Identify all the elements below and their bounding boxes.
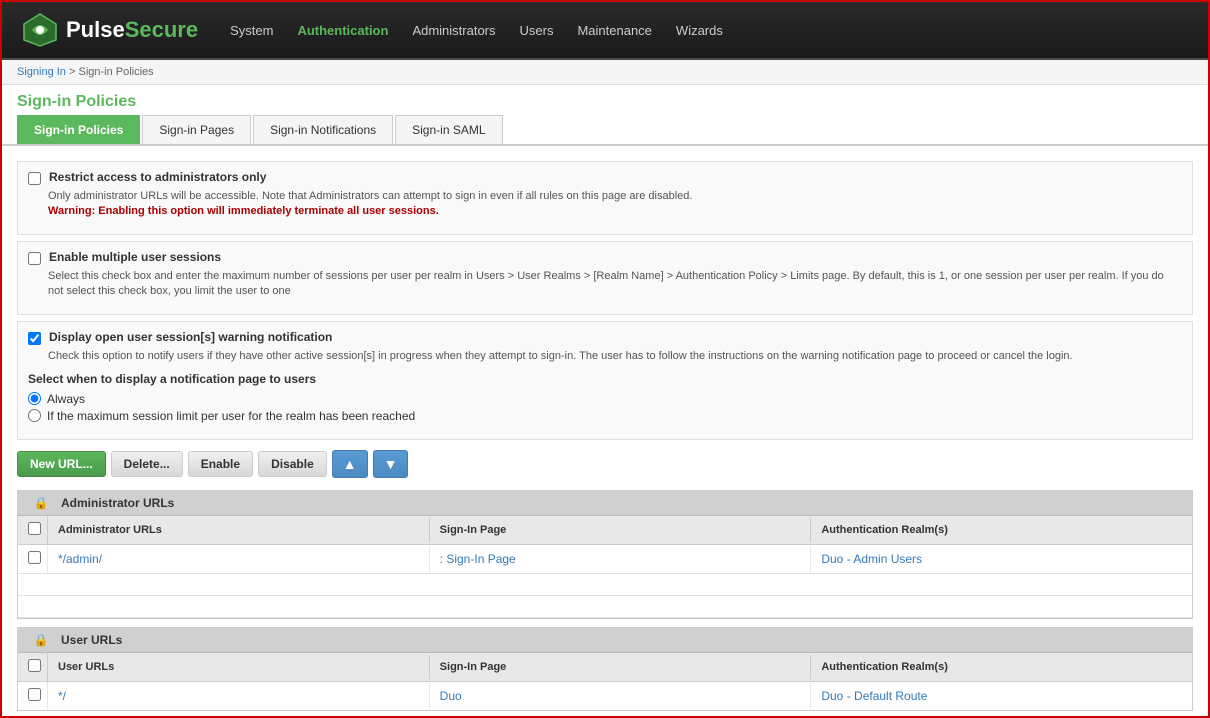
user-col-realm: Authentication Realm(s) bbox=[811, 655, 1192, 679]
admin-table-icon: 🔒 bbox=[26, 496, 56, 510]
user-row-realm: Duo - Default Route bbox=[811, 683, 1192, 709]
logo-pulse: Pulse bbox=[66, 17, 125, 42]
multiple-sessions-description: Select this check box and enter the maxi… bbox=[48, 269, 1182, 300]
display-warning-description: Check this option to notify users if the… bbox=[48, 349, 1182, 364]
radio-max-session-label: If the maximum session limit per user fo… bbox=[47, 409, 415, 423]
checkbox-section-3: Display open user session[s] warning not… bbox=[17, 321, 1193, 440]
move-up-button[interactable]: ▲ bbox=[332, 450, 368, 478]
admin-table: 🔒 Administrator URLs Administrator URLs … bbox=[17, 490, 1193, 619]
breadcrumb-link[interactable]: Signing In bbox=[17, 66, 66, 78]
user-signin-link[interactable]: Duo bbox=[440, 689, 462, 703]
user-table-title-row: 🔒 User URLs bbox=[18, 628, 1192, 653]
new-url-button[interactable]: New URL... bbox=[17, 451, 106, 477]
enable-button[interactable]: Enable bbox=[188, 451, 253, 477]
delete-button[interactable]: Delete... bbox=[111, 451, 183, 477]
admin-row-realm: Duo - Admin Users bbox=[811, 546, 1192, 572]
user-realm-link[interactable]: Duo - Default Route bbox=[821, 689, 927, 703]
user-table-icon: 🔒 bbox=[26, 633, 56, 647]
admin-col-url: Administrator URLs bbox=[48, 518, 430, 542]
admin-realm-link[interactable]: Duo - Admin Users bbox=[821, 552, 922, 566]
admin-row-check bbox=[18, 545, 48, 573]
display-warning-checkbox[interactable] bbox=[28, 332, 41, 345]
move-down-button[interactable]: ▼ bbox=[373, 450, 409, 478]
user-row-url: */ bbox=[48, 683, 430, 709]
restrict-admin-warning: Warning: Enabling this option will immed… bbox=[48, 205, 439, 217]
admin-select-all[interactable] bbox=[28, 522, 41, 535]
admin-row-url: */admin/ bbox=[48, 546, 430, 572]
breadcrumb: Signing In > Sign-in Policies bbox=[2, 60, 1208, 85]
page-title: Sign-in Policies bbox=[2, 85, 1208, 115]
main-nav: System Authentication Administrators Use… bbox=[228, 19, 725, 42]
user-table: 🔒 User URLs User URLs Sign-In Page Authe… bbox=[17, 627, 1193, 711]
logo-icon bbox=[22, 12, 58, 48]
nav-maintenance[interactable]: Maintenance bbox=[575, 19, 653, 42]
restrict-admin-checkbox[interactable] bbox=[28, 172, 41, 185]
nav-authentication[interactable]: Authentication bbox=[295, 19, 390, 42]
radio-section-label: Select when to display a notification pa… bbox=[28, 372, 1182, 386]
admin-empty-row-2 bbox=[18, 596, 1192, 618]
logo-text: PulseSecure bbox=[66, 17, 198, 43]
restrict-admin-description: Only administrator URLs will be accessib… bbox=[48, 189, 1182, 220]
table-row: */ Duo Duo - Default Route bbox=[18, 682, 1192, 710]
user-row-signin: Duo bbox=[430, 683, 812, 709]
radio-always-label: Always bbox=[47, 392, 85, 406]
user-col-signin: Sign-In Page bbox=[430, 655, 812, 679]
admin-url-link[interactable]: */admin/ bbox=[58, 552, 102, 566]
tab-signin-pages[interactable]: Sign-in Pages bbox=[142, 115, 251, 144]
radio-always[interactable] bbox=[28, 392, 41, 405]
admin-table-title-row: 🔒 Administrator URLs bbox=[18, 491, 1192, 516]
nav-administrators[interactable]: Administrators bbox=[410, 19, 497, 42]
logo: PulseSecure bbox=[22, 12, 198, 48]
multiple-sessions-checkbox[interactable] bbox=[28, 252, 41, 265]
admin-col-realm: Authentication Realm(s) bbox=[811, 518, 1192, 542]
admin-table-header: Administrator URLs Sign-In Page Authenti… bbox=[18, 516, 1192, 545]
tabs: Sign-in Policies Sign-in Pages Sign-in N… bbox=[2, 115, 1208, 146]
admin-empty-row bbox=[18, 574, 1192, 596]
nav-wizards[interactable]: Wizards bbox=[674, 19, 725, 42]
header: PulseSecure System Authentication Admini… bbox=[2, 2, 1208, 60]
user-row-checkbox[interactable] bbox=[28, 688, 41, 701]
user-url-link[interactable]: */ bbox=[58, 689, 66, 703]
admin-col-signin: Sign-In Page bbox=[430, 518, 812, 542]
nav-system[interactable]: System bbox=[228, 19, 275, 42]
content-area: Restrict access to administrators only O… bbox=[2, 156, 1208, 716]
multiple-sessions-label: Enable multiple user sessions bbox=[49, 250, 221, 264]
restrict-admin-label: Restrict access to administrators only bbox=[49, 170, 266, 184]
breadcrumb-current: Sign-in Policies bbox=[78, 66, 153, 78]
admin-col-check bbox=[18, 516, 48, 544]
tab-signin-saml[interactable]: Sign-in SAML bbox=[395, 115, 502, 144]
checkbox-section-1: Restrict access to administrators only O… bbox=[17, 161, 1193, 235]
tab-signin-policies[interactable]: Sign-in Policies bbox=[17, 115, 140, 144]
admin-row-signin: : Sign-In Page bbox=[430, 546, 812, 572]
button-row: New URL... Delete... Enable Disable ▲ ▼ bbox=[17, 450, 1193, 478]
admin-table-title: Administrator URLs bbox=[61, 496, 174, 510]
radio-max-session[interactable] bbox=[28, 409, 41, 422]
user-col-check bbox=[18, 653, 48, 681]
nav-users[interactable]: Users bbox=[518, 19, 556, 42]
logo-secure: Secure bbox=[125, 17, 198, 42]
tab-signin-notifications[interactable]: Sign-in Notifications bbox=[253, 115, 393, 144]
radio-section: Select when to display a notification pa… bbox=[28, 372, 1182, 423]
user-table-header: User URLs Sign-In Page Authentication Re… bbox=[18, 653, 1192, 682]
checkbox-section-2: Enable multiple user sessions Select thi… bbox=[17, 241, 1193, 315]
disable-button[interactable]: Disable bbox=[258, 451, 327, 477]
user-col-url: User URLs bbox=[48, 655, 430, 679]
table-row: */admin/ : Sign-In Page Duo - Admin User… bbox=[18, 545, 1192, 574]
admin-row-checkbox[interactable] bbox=[28, 551, 41, 564]
admin-signin-link[interactable]: : Sign-In Page bbox=[440, 552, 516, 566]
user-select-all[interactable] bbox=[28, 659, 41, 672]
user-table-title: User URLs bbox=[61, 633, 122, 647]
user-row-check bbox=[18, 682, 48, 710]
display-warning-label: Display open user session[s] warning not… bbox=[49, 330, 332, 344]
